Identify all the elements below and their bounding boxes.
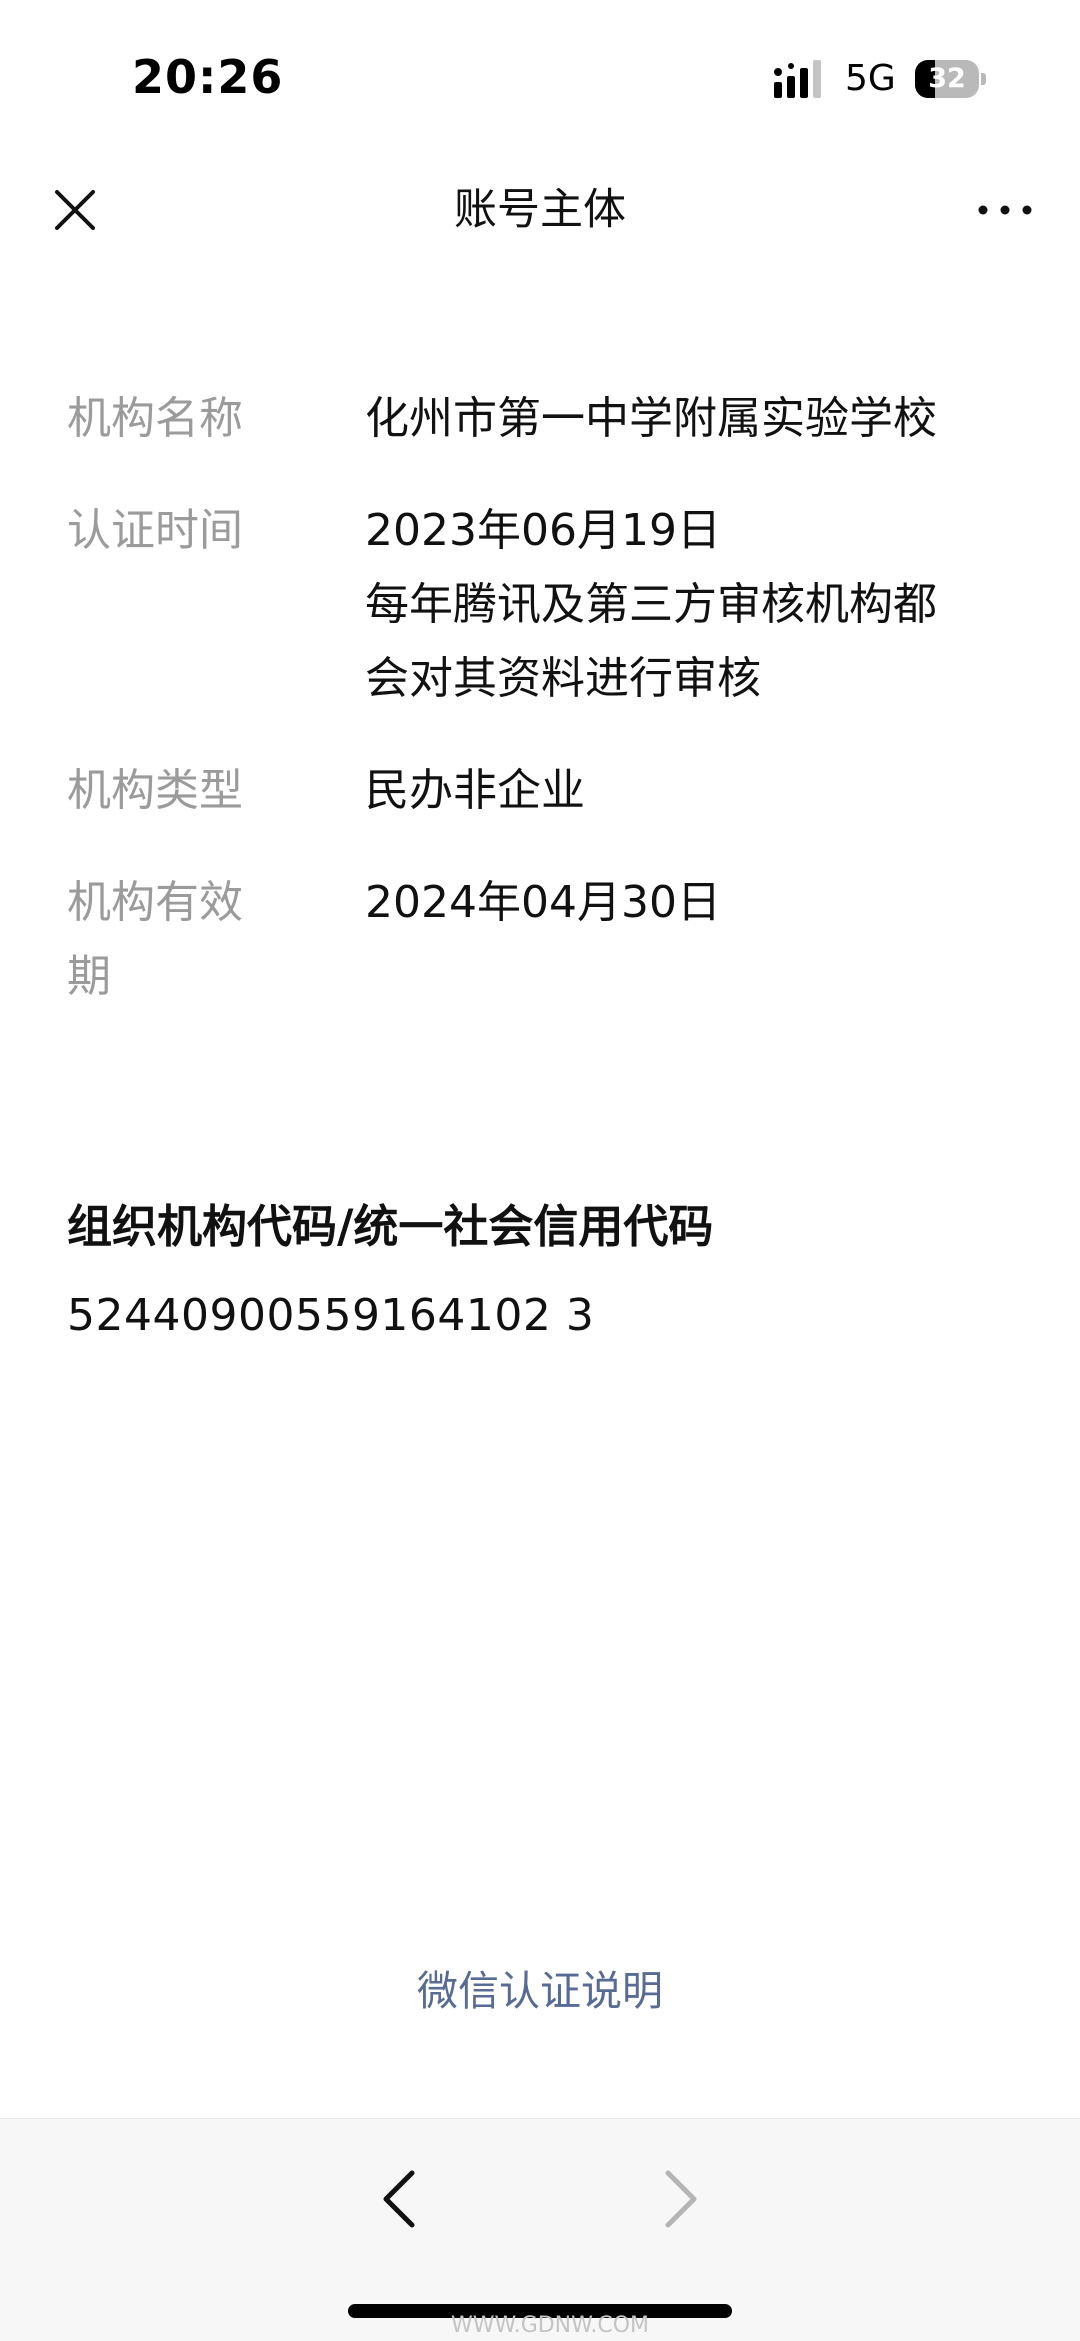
more-dots-icon[interactable]: [975, 180, 1035, 240]
status-time: 20:26: [132, 50, 284, 104]
account-info: 机构名称 化州市第一中学附属实验学校 认证时间 2023年06月19日 每年腾讯…: [67, 382, 1013, 1052]
info-label: 认证时间: [67, 505, 243, 556]
info-value-line: 2023年06月19日: [365, 505, 721, 556]
info-value-line: 2024年04月30日: [365, 877, 721, 928]
info-label: 机构有效 期: [67, 866, 365, 1014]
battery-icon: 32: [915, 60, 986, 98]
info-value-line: 化州市第一中学附属实验学校: [365, 393, 937, 444]
battery-level: 32: [928, 63, 966, 94]
credit-code-title: 组织机构代码/统一社会信用代码: [67, 1200, 714, 1253]
info-value: 2023年06月19日 每年腾讯及第三方审核机构都 会对其资料进行审核: [365, 494, 1013, 716]
chevron-right-icon[interactable]: [650, 2159, 710, 2239]
page-title: 账号主体: [454, 185, 626, 235]
nav-bar: 账号主体: [0, 150, 1080, 270]
credit-code-value: 52440900559164102 3: [67, 1290, 595, 1341]
bottom-toolbar: WWW.GDNW.COM: [0, 2118, 1080, 2341]
info-value-line: 每年腾讯及第三方审核机构都: [365, 579, 937, 630]
info-row-validity: 机构有效 期 2024年04月30日: [67, 866, 1013, 1014]
info-row-org-type: 机构类型 民办非企业: [67, 754, 1013, 828]
info-row-cert-time: 认证时间 2023年06月19日 每年腾讯及第三方审核机构都 会对其资料进行审核: [67, 494, 1013, 716]
info-row-org-name: 机构名称 化州市第一中学附属实验学校: [67, 382, 1013, 456]
info-value-line: 民办非企业: [365, 765, 585, 816]
network-label: 5G: [845, 58, 896, 99]
signal-icon: [774, 60, 821, 98]
page: 20:26 5G 32 账号主体 机构名称 化州市第一中学附属实验学校 认证时间…: [0, 0, 1080, 2341]
info-value: 民办非企业: [365, 754, 1013, 828]
wechat-cert-info-link[interactable]: 微信认证说明: [0, 1957, 1080, 2017]
info-value: 2024年04月30日: [365, 866, 1013, 1014]
info-label: 机构名称: [67, 393, 243, 444]
info-value: 化州市第一中学附属实验学校: [365, 382, 1013, 456]
status-bar: 20:26 5G 32: [0, 0, 1080, 150]
info-label: 机构类型: [67, 765, 243, 816]
watermark: WWW.GDNW.COM: [450, 2313, 650, 2338]
info-value-line: 会对其资料进行审核: [365, 653, 761, 704]
chevron-left-icon[interactable]: [370, 2159, 430, 2239]
info-label-line: 机构有效: [67, 877, 243, 928]
close-icon[interactable]: [45, 180, 105, 240]
info-label-line: 期: [67, 951, 111, 1002]
